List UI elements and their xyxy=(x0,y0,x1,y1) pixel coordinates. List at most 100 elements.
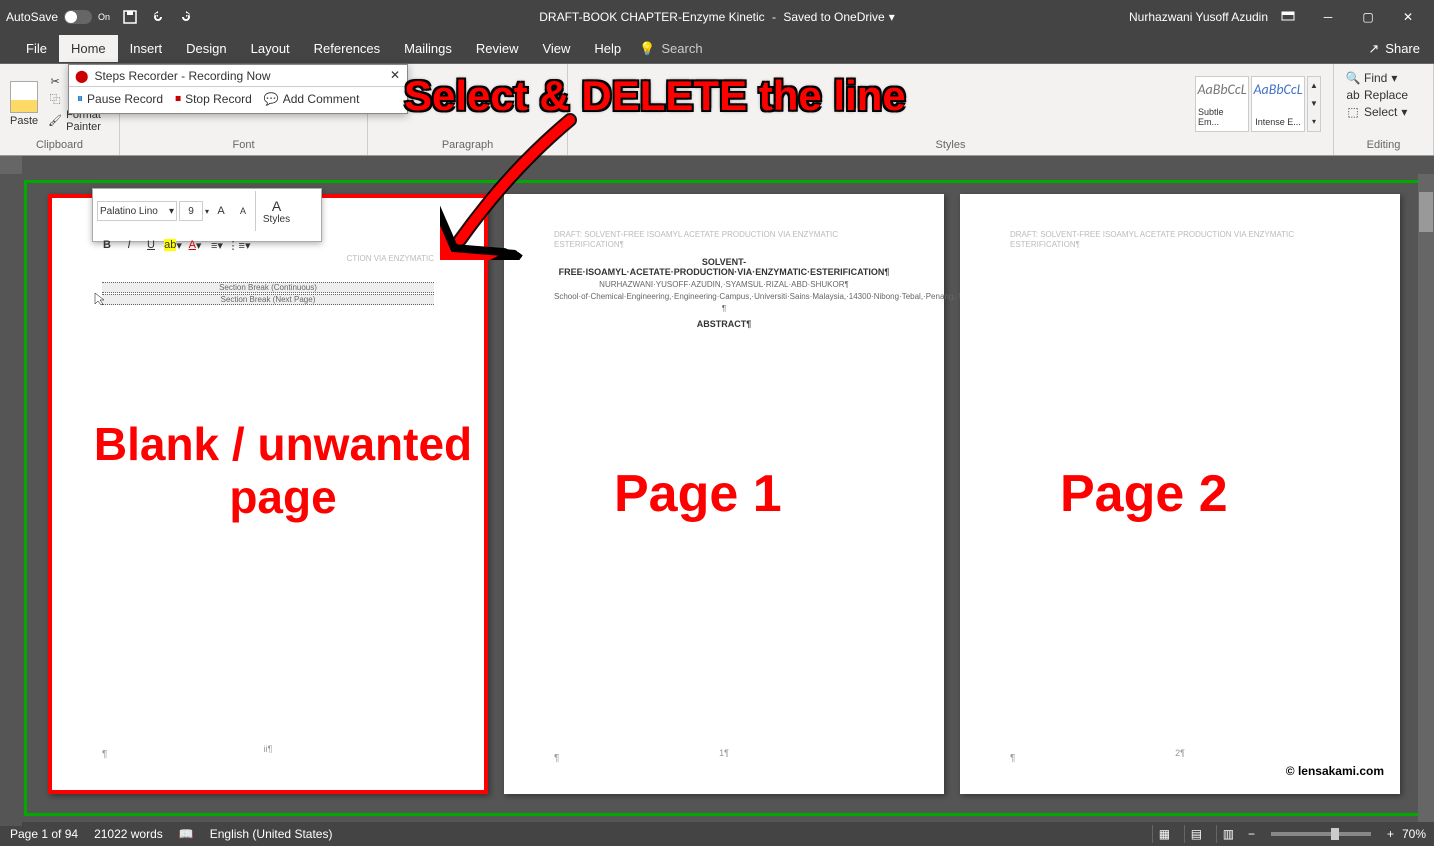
mini-font-name: Palatino Lino xyxy=(100,206,158,217)
save-status[interactable]: Saved to OneDrive xyxy=(783,10,884,24)
mini-styles-button[interactable]: AStyles xyxy=(255,191,297,231)
doc-affiliation: School·of·Chemical·Engineering,·Engineer… xyxy=(554,292,894,301)
add-comment-button[interactable]: 💬Add Comment xyxy=(264,92,360,106)
doc-title-text: SOLVENT-FREE·ISOAMYL·ACETATE·PRODUCTION·… xyxy=(554,257,894,277)
minimize-button[interactable]: ─ xyxy=(1308,3,1348,31)
style-intense-emphasis[interactable]: AaBbCcL Intense E... xyxy=(1251,76,1305,132)
select-button[interactable]: ⬚Select▾ xyxy=(1344,104,1423,120)
search-box[interactable]: 💡 Search xyxy=(639,41,702,57)
vertical-scrollbar[interactable] xyxy=(1418,174,1434,826)
tab-home[interactable]: Home xyxy=(59,35,118,62)
tab-review[interactable]: Review xyxy=(464,35,531,62)
document-area[interactable]: Palatino Lino▾ 9 ▾ A A AStyles B I U ab▾… xyxy=(0,174,1434,826)
section-break-next-page[interactable]: Section Break (Next Page) xyxy=(102,294,434,305)
style-name: Subtle Em... xyxy=(1198,107,1246,127)
bold-button[interactable]: B xyxy=(97,235,117,255)
shrink-font-button[interactable]: A xyxy=(233,201,253,221)
maximize-button[interactable]: ▢ xyxy=(1348,3,1388,31)
zoom-thumb[interactable] xyxy=(1331,828,1339,840)
autosave-state: On xyxy=(98,12,110,22)
tab-file[interactable]: File xyxy=(14,35,59,62)
copy-icon: ⿻ xyxy=(48,92,62,106)
page-count[interactable]: Page 1 of 94 xyxy=(10,827,78,841)
tab-design[interactable]: Design xyxy=(174,35,238,62)
section-break-continuous[interactable]: Section Break (Continuous) xyxy=(102,282,434,293)
bullets-button[interactable]: ≡▾ xyxy=(207,235,227,255)
chevron-down-icon[interactable]: ▾ xyxy=(889,10,895,24)
highlight-button[interactable]: ab▾ xyxy=(163,235,183,255)
replace-button[interactable]: abReplace xyxy=(1344,87,1423,103)
page-1[interactable]: DRAFT: SOLVENT-FREE ISOAMYL ACETATE PROD… xyxy=(504,194,944,794)
numbering-button[interactable]: ⋮≡▾ xyxy=(229,235,249,255)
zoom-slider[interactable] xyxy=(1271,832,1371,836)
print-layout-button[interactable]: ▤ xyxy=(1184,825,1208,843)
recorder-icon: ⬤ xyxy=(75,69,88,83)
comment-icon: 💬 xyxy=(264,92,279,106)
paste-button[interactable]: Paste xyxy=(6,79,42,129)
page-blank[interactable]: Palatino Lino▾ 9 ▾ A A AStyles B I U ab▾… xyxy=(48,194,488,794)
watermark: © lensakami.com xyxy=(1286,764,1384,778)
tab-mailings[interactable]: Mailings xyxy=(392,35,464,62)
underline-button[interactable]: U xyxy=(141,235,161,255)
font-color-button[interactable]: A▾ xyxy=(185,235,205,255)
paragraph-label: Paragraph xyxy=(374,139,561,153)
page-2[interactable]: DRAFT: SOLVENT-FREE ISOAMYL ACETATE PROD… xyxy=(960,194,1400,794)
style-subtle-emphasis[interactable]: AaBbCcL Subtle Em... xyxy=(1195,76,1249,132)
editing-label: Editing xyxy=(1340,139,1427,153)
clipboard-label: Clipboard xyxy=(6,139,113,153)
steps-recorder-titlebar[interactable]: ⬤ Steps Recorder - Recording Now ✕ xyxy=(69,65,407,87)
steps-recorder-window[interactable]: ⬤ Steps Recorder - Recording Now ✕ ⏸Paus… xyxy=(68,64,408,114)
search-placeholder: Search xyxy=(661,41,702,56)
tab-help[interactable]: Help xyxy=(582,35,633,62)
ribbon-display-icon[interactable] xyxy=(1280,9,1296,25)
grow-font-button[interactable]: A xyxy=(211,201,231,221)
horizontal-ruler[interactable] xyxy=(0,156,1434,174)
pause-record-button[interactable]: ⏸Pause Record xyxy=(77,91,163,106)
user-name[interactable]: Nurhazwani Yusoff Azudin xyxy=(1129,10,1268,24)
mini-toolbar[interactable]: Palatino Lino▾ 9 ▾ A A AStyles B I U ab▾… xyxy=(92,188,322,242)
toggle-switch[interactable] xyxy=(64,10,92,24)
language-indicator[interactable]: English (United States) xyxy=(210,827,333,841)
select-icon: ⬚ xyxy=(1346,105,1360,119)
read-mode-button[interactable]: ▦ xyxy=(1152,825,1176,843)
mini-font-selector[interactable]: Palatino Lino▾ xyxy=(97,201,177,221)
share-button[interactable]: ↗ Share xyxy=(1368,41,1420,57)
zoom-in-button[interactable]: + xyxy=(1387,827,1394,841)
undo-icon[interactable] xyxy=(150,9,166,25)
styles-gallery[interactable]: AaBbCcL Subtle Em... AaBbCcL Intense E..… xyxy=(1195,76,1321,132)
scrollbar-thumb[interactable] xyxy=(1419,192,1433,232)
zoom-level[interactable]: 70% xyxy=(1402,827,1426,841)
ruler-corner xyxy=(0,156,22,174)
paragraph-mark: ¶ xyxy=(1010,753,1015,764)
steps-recorder-close[interactable]: ✕ xyxy=(387,67,403,83)
web-layout-button[interactable]: ▥ xyxy=(1216,825,1240,843)
tab-references[interactable]: References xyxy=(302,35,392,62)
word-count[interactable]: 21022 words xyxy=(94,827,163,841)
tab-view[interactable]: View xyxy=(530,35,582,62)
mini-font-size[interactable]: 9 xyxy=(179,201,203,221)
autosave-label: AutoSave xyxy=(6,10,58,24)
spellcheck-icon[interactable]: 📖 xyxy=(179,827,194,841)
paste-label: Paste xyxy=(10,115,38,127)
tab-insert[interactable]: Insert xyxy=(118,35,175,62)
vertical-ruler[interactable] xyxy=(0,174,22,826)
styles-expand[interactable]: ▲▼▾ xyxy=(1307,76,1321,132)
styles-label: Styles xyxy=(574,139,1327,153)
italic-button[interactable]: I xyxy=(119,235,139,255)
stop-icon: ⏹ xyxy=(175,91,181,106)
autosave-toggle[interactable]: AutoSave On xyxy=(6,10,110,24)
find-button[interactable]: 🔍Find▾ xyxy=(1344,70,1423,86)
close-button[interactable]: ✕ xyxy=(1388,3,1428,31)
save-icon[interactable] xyxy=(122,9,138,25)
cursor-icon xyxy=(94,292,108,306)
annotation-blank-page: Blank / unwanted page xyxy=(78,418,488,524)
mini-size-value: 9 xyxy=(188,206,194,217)
redo-icon[interactable] xyxy=(178,9,194,25)
page-footer: 1¶ xyxy=(504,748,944,758)
tab-layout[interactable]: Layout xyxy=(239,35,302,62)
font-label: Font xyxy=(126,139,361,153)
page-footer: ii¶ xyxy=(52,744,484,754)
zoom-out-button[interactable]: − xyxy=(1248,827,1255,841)
stop-record-button[interactable]: ⏹Stop Record xyxy=(175,91,252,106)
style-name: Intense E... xyxy=(1255,117,1301,127)
